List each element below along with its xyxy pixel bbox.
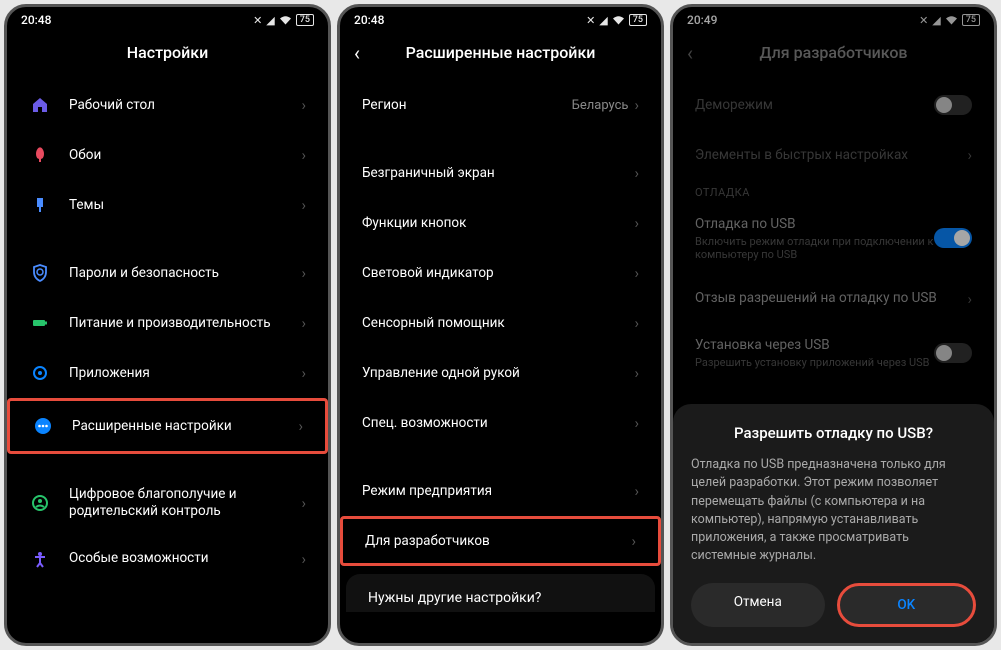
cancel-button[interactable]: Отмена [691,583,825,627]
chevron-right-icon: › [301,196,306,214]
signal-icon: ◢ [266,14,274,27]
row-label: Пароли и безопасность [69,265,301,282]
row-label: Безграничный экран [362,165,634,182]
usb-debug-dialog: Разрешить отладку по USB? Отладка по USB… [673,404,994,643]
chevron-right-icon: › [634,164,639,182]
battery-icon: 75 [296,14,314,26]
adv-row[interactable]: Световой индикатор › [340,248,661,298]
wifi-icon [279,15,292,25]
clock: 20:48 [354,13,384,27]
chevron-right-icon: › [301,146,306,164]
wifi-icon [612,15,625,25]
signal-icon: ◢ [599,14,607,27]
settings-row-dots[interactable]: Расширенные настройки › [7,398,328,454]
back-button[interactable]: ‹ [354,41,360,65]
adv-row[interactable]: Сенсорный помощник › [340,298,661,348]
chevron-right-icon: › [634,414,639,432]
row-label: Функции кнопок [362,215,634,232]
chevron-right-icon: › [301,364,306,382]
chevron-right-icon: › [301,264,306,282]
row-label: Рабочий стол [69,97,301,114]
chevron-right-icon: › [301,96,306,114]
row-label: Питание и производительность [69,315,301,332]
settings-row-gear[interactable]: Приложения › [7,348,328,398]
row-label: Световой индикатор [362,265,634,282]
chevron-right-icon: › [298,417,303,435]
advanced-list: Регион Беларусь › Безграничный экран ›Фу… [340,80,661,643]
row-label: Режим предприятия [362,483,634,500]
row-label: Для разработчиков [365,533,631,550]
settings-row-home[interactable]: Рабочий стол › [7,80,328,130]
page-title: Настройки [127,43,208,62]
dnd-icon: ✕ [586,14,595,27]
brush-icon [29,194,51,216]
chevron-right-icon: › [634,482,639,500]
row-label: Особые возможности [69,550,301,567]
adv-row[interactable]: Безграничный экран › [340,148,661,198]
adv-row[interactable]: Спец. возможности › [340,398,661,448]
row-label: Сенсорный помощник [362,315,634,332]
region-value: Беларусь [572,98,629,113]
region-label: Регион [362,97,572,114]
status-icons: ✕ ◢ 75 [586,14,647,27]
footer-question[interactable]: Нужны другие настройки? [346,574,655,612]
row-region[interactable]: Регион Беларусь › [340,80,661,130]
gear-icon [29,362,51,384]
settings-row-wellbeing[interactable]: Цифровое благополучие и родительский кон… [7,472,328,534]
row-label: Спец. возможности [362,415,634,432]
row-label: Расширенные настройки [72,418,298,435]
clock: 20:48 [21,13,51,27]
dialog-backdrop: Разрешить отладку по USB? Отладка по USB… [673,7,994,643]
settings-row-tulip[interactable]: Обои › [7,130,328,180]
row-label: Темы [69,197,301,214]
dots-icon [32,415,54,437]
dnd-icon: ✕ [253,14,262,27]
access-icon [29,548,51,570]
adv-row[interactable]: Для разработчиков › [340,516,661,566]
settings-row-brush[interactable]: Темы › [7,180,328,230]
tulip-icon [29,144,51,166]
settings-row-shield[interactable]: Пароли и безопасность › [7,248,328,298]
dialog-buttons: Отмена OK [691,583,976,627]
row-label: Цифровое благополучие и родительский кон… [69,486,301,520]
wellbeing-icon [29,492,51,514]
chevron-right-icon: › [301,494,306,512]
phone-screen-advanced: 20:48 ✕ ◢ 75 ‹ Расширенные настройки Рег… [337,4,664,646]
ok-button[interactable]: OK [837,583,977,627]
dialog-body: Отладка по USB предназначена только для … [691,456,976,565]
statusbar: 20:48 ✕ ◢ 75 [7,7,328,29]
chevron-right-icon: › [301,550,306,568]
chevron-right-icon: › [634,214,639,232]
status-icons: ✕ ◢ 75 [253,14,314,27]
statusbar: 20:48 ✕ ◢ 75 [340,7,661,29]
adv-row[interactable]: Режим предприятия › [340,466,661,516]
adv-row[interactable]: Функции кнопок › [340,198,661,248]
header: ‹ Расширенные настройки [340,29,661,80]
shield-icon [29,262,51,284]
settings-row-battery[interactable]: Питание и производительность › [7,298,328,348]
header: Настройки [7,29,328,80]
chevron-right-icon: › [631,532,636,550]
settings-list: Рабочий стол › Обои › Темы › Пароли и бе… [7,80,328,643]
home-icon [29,94,51,116]
phone-screen-developer: 20:49 ✕ ◢ 75 ‹ Для разработчиков Демореж… [670,4,997,646]
dialog-title: Разрешить отладку по USB? [691,424,976,442]
chevron-right-icon: › [301,314,306,332]
chevron-right-icon: › [634,96,639,114]
page-title: Расширенные настройки [406,43,596,62]
settings-row-access[interactable]: Особые возможности › [7,534,328,584]
chevron-right-icon: › [634,314,639,332]
adv-row[interactable]: Управление одной рукой › [340,348,661,398]
row-label: Управление одной рукой [362,365,634,382]
chevron-right-icon: › [634,364,639,382]
battery-icon [29,312,51,334]
chevron-right-icon: › [634,264,639,282]
row-label: Обои [69,147,301,164]
phone-screen-settings: 20:48 ✕ ◢ 75 Настройки Рабочий стол › Об… [4,4,331,646]
row-label: Приложения [69,365,301,382]
battery-icon: 75 [629,14,647,26]
